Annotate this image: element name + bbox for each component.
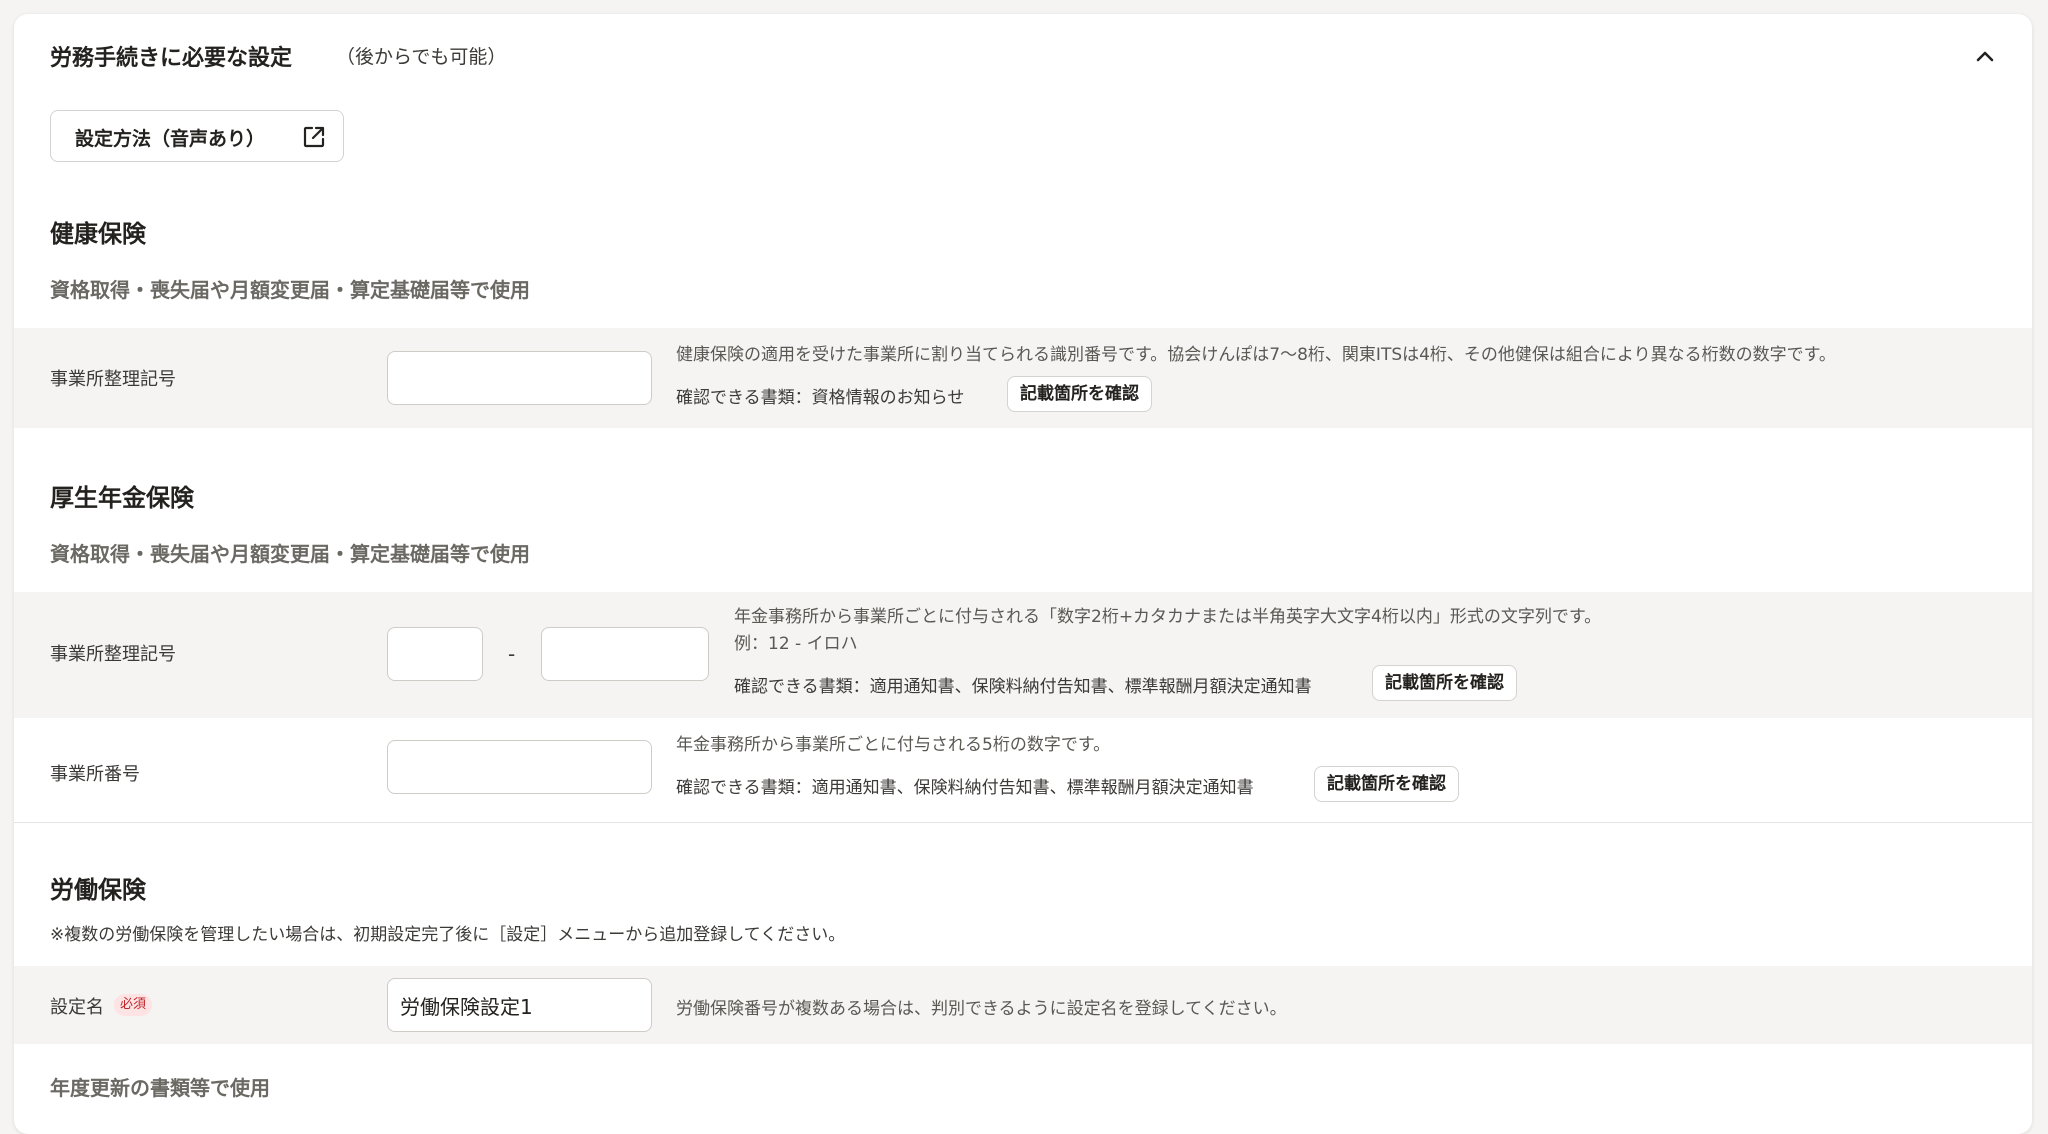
pension-office-code-confirm-button[interactable]: 記載箇所を確認 — [1372, 665, 1517, 701]
labor-setting-name-input[interactable] — [387, 978, 652, 1032]
pension-section-title: 厚生年金保険 — [50, 484, 194, 512]
labor-setting-name-help: 労働保険番号が複数ある場合は、判別できるように設定名を登録してください。 — [676, 999, 1287, 1019]
pension-office-code-docs: 確認できる書類：適用通知書、保険料納付告知書、標準報酬月額決定通知書 — [734, 677, 1312, 697]
pension-office-number-confirm-button[interactable]: 記載箇所を確認 — [1314, 766, 1459, 802]
pension-office-code-label: 事業所整理記号 — [50, 644, 176, 665]
settings-panel: 労務手続きに必要な設定 （後からでも可能） 設定方法（音声あり） 健康保険 資格… — [14, 14, 2032, 1134]
health-section-caption: 資格取得・喪失届や月額変更届・算定基礎届等で使用 — [50, 278, 530, 302]
panel-subtitle: （後からでも可能） — [336, 46, 507, 68]
labor-setting-name-label: 設定名 — [50, 997, 104, 1018]
pension-office-number-label: 事業所番号 — [50, 764, 140, 785]
panel-header[interactable]: 労務手続きに必要な設定 （後からでも可能） — [14, 14, 2032, 98]
labor-setting-name-row: 設定名 必須 労働保険番号が複数ある場合は、判別できるように設定名を登録してくだ… — [14, 966, 2032, 1044]
labor-section-caption: 年度更新の書類等で使用 — [50, 1076, 270, 1100]
health-section-title: 健康保険 — [50, 220, 146, 248]
health-office-code-input[interactable] — [387, 351, 652, 405]
pension-office-number-docs: 確認できる書類：適用通知書、保険料納付告知書、標準報酬月額決定通知書 — [676, 778, 1254, 798]
required-badge: 必須 — [114, 994, 153, 1016]
pension-office-number-input[interactable] — [387, 740, 652, 794]
pension-office-code-separator: - — [508, 642, 516, 666]
pension-office-code-row: 事業所整理記号 - 年金事務所から事業所ごとに付与される「数字2桁+カタカナまた… — [14, 592, 2032, 718]
howto-button-label: 設定方法（音声あり） — [75, 128, 266, 150]
health-office-code-row: 事業所整理記号 健康保険の適用を受けた事業所に割り当てられる識別番号です。協会け… — [14, 328, 2032, 428]
health-office-code-docs: 確認できる書類：資格情報のお知らせ — [676, 388, 965, 408]
health-office-code-label: 事業所整理記号 — [50, 369, 176, 390]
labor-section-note: ※複数の労働保険を管理したい場合は、初期設定完了後に［設定］メニューから追加登録… — [50, 925, 846, 945]
panel-title: 労務手続きに必要な設定 — [50, 46, 293, 71]
pension-office-number-help: 年金事務所から事業所ごとに付与される5桁の数字です。 — [676, 735, 1111, 755]
pension-section-caption: 資格取得・喪失届や月額変更届・算定基礎届等で使用 — [50, 542, 530, 566]
pension-office-number-row: 事業所番号 年金事務所から事業所ごとに付与される5桁の数字です。 確認できる書類… — [14, 718, 2032, 823]
health-office-code-help: 健康保険の適用を受けた事業所に割り当てられる識別番号です。協会けんぽは7〜8桁、… — [676, 345, 1836, 365]
chevron-up-icon[interactable] — [1972, 44, 1998, 70]
health-confirm-button[interactable]: 記載箇所を確認 — [1007, 376, 1152, 412]
pension-office-code-help: 年金事務所から事業所ごとに付与される「数字2桁+カタカナまたは半角英字大文字4桁… — [734, 607, 1602, 627]
external-link-icon — [303, 126, 325, 148]
pension-office-code-example: 例：12 - イロハ — [734, 634, 858, 654]
howto-button[interactable]: 設定方法（音声あり） — [50, 110, 344, 162]
pension-office-code-input-1[interactable] — [387, 627, 483, 681]
pension-office-code-input-2[interactable] — [541, 627, 709, 681]
labor-section-title: 労働保険 — [50, 876, 146, 904]
